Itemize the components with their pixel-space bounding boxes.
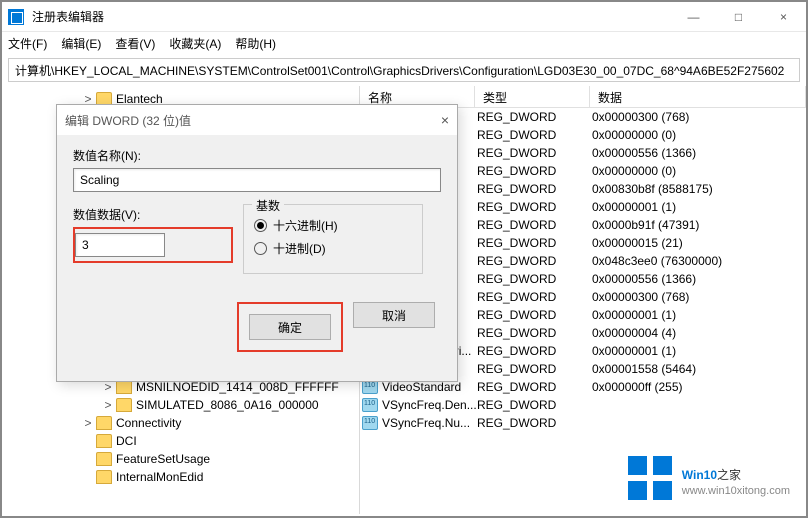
value-data: 0x00000001 (1) (592, 308, 806, 322)
value-data: 0x00000300 (768) (592, 110, 806, 124)
value-type: REG_DWORD (477, 416, 592, 430)
value-name-label: 数值名称(N): (73, 147, 441, 164)
value-data: 0x00001558 (5464) (592, 362, 806, 376)
dword-icon (362, 380, 378, 394)
radio-dec-label: 十进制(D) (273, 240, 326, 257)
value-name-input[interactable] (73, 168, 441, 192)
value-data: 0x048c3ee0 (76300000) (592, 254, 806, 268)
value-type: REG_DWORD (477, 164, 592, 178)
base-legend: 基数 (252, 197, 284, 214)
tree-item[interactable]: > SIMULATED_8086_0A16_000000 (2, 396, 359, 414)
value-type: REG_DWORD (477, 362, 592, 376)
folder-icon (96, 452, 112, 466)
title-bar: 注册表编辑器 — □ × (2, 2, 806, 32)
value-data: 0x00830b8f (8588175) (592, 182, 806, 196)
menu-view[interactable]: 查看(V) (115, 35, 155, 52)
menu-file[interactable]: 文件(F) (8, 35, 47, 52)
value-data-highlight (73, 227, 233, 263)
tree-item[interactable]: > Connectivity (2, 414, 359, 432)
list-row[interactable]: VSyncFreq.Nu...REG_DWORD (360, 414, 806, 432)
value-data-input[interactable] (75, 233, 165, 257)
dword-icon (362, 398, 378, 412)
value-name: VideoStandard (382, 380, 477, 394)
dialog-titlebar: 编辑 DWORD (32 位)值 × (57, 105, 457, 135)
value-data: 0x000000ff (255) (592, 380, 806, 394)
menu-edit[interactable]: 编辑(E) (61, 35, 101, 52)
tree-label: SIMULATED_8086_0A16_000000 (136, 396, 319, 414)
tree-label: InternalMonEdid (116, 468, 203, 486)
folder-icon (96, 416, 112, 430)
col-data[interactable]: 数据 (590, 86, 806, 107)
close-button[interactable]: × (761, 2, 806, 31)
minimize-button[interactable]: — (671, 2, 716, 31)
menu-help[interactable]: 帮助(H) (235, 35, 276, 52)
tree-label: Connectivity (116, 414, 181, 432)
value-type: REG_DWORD (477, 110, 592, 124)
dialog-close-icon[interactable]: × (441, 112, 449, 128)
value-data-label: 数值数据(V): (73, 206, 233, 223)
value-name: VSyncFreq.Nu... (382, 416, 477, 430)
value-data: 0x00000015 (21) (592, 236, 806, 250)
value-type: REG_DWORD (477, 308, 592, 322)
value-type: REG_DWORD (477, 272, 592, 286)
expand-icon[interactable]: > (102, 396, 114, 414)
dialog-buttons: 确定 取消 (73, 302, 441, 352)
radio-dec-icon (254, 242, 267, 255)
value-data: 0x00000556 (1366) (592, 272, 806, 286)
tree-label: FeatureSetUsage (116, 450, 210, 468)
value-type: REG_DWORD (477, 398, 592, 412)
dialog-body: 数值名称(N): 数值数据(V): 基数 十六进制(H) 十进制(D) (57, 135, 457, 362)
value-type: REG_DWORD (477, 200, 592, 214)
base-group: 基数 十六进制(H) 十进制(D) (243, 204, 423, 274)
menu-favorites[interactable]: 收藏夹(A) (169, 35, 221, 52)
value-name: VSyncFreq.Den... (382, 398, 477, 412)
window-controls: — □ × (671, 2, 806, 31)
window-title: 注册表编辑器 (32, 8, 671, 25)
expand-icon[interactable]: > (82, 414, 94, 432)
value-type: REG_DWORD (477, 146, 592, 160)
edit-dword-dialog: 编辑 DWORD (32 位)值 × 数值名称(N): 数值数据(V): 基数 … (56, 104, 458, 382)
app-icon (8, 9, 24, 25)
value-type: REG_DWORD (477, 254, 592, 268)
value-data: 0x00000556 (1366) (592, 146, 806, 160)
value-data: 0x0000b91f (47391) (592, 218, 806, 232)
tree-item[interactable]: FeatureSetUsage (2, 450, 359, 468)
folder-icon (116, 380, 132, 394)
folder-icon (96, 434, 112, 448)
maximize-button[interactable]: □ (716, 2, 761, 31)
radio-hex[interactable]: 十六进制(H) (254, 217, 412, 234)
value-type: REG_DWORD (477, 326, 592, 340)
value-data: 0x00000001 (1) (592, 344, 806, 358)
value-data: 0x00000300 (768) (592, 290, 806, 304)
tree-label: DCI (116, 432, 137, 450)
menu-bar: 文件(F) 编辑(E) 查看(V) 收藏夹(A) 帮助(H) (2, 32, 806, 54)
cancel-button[interactable]: 取消 (353, 302, 435, 328)
address-bar[interactable]: 计算机\HKEY_LOCAL_MACHINE\SYSTEM\ControlSet… (8, 58, 800, 82)
folder-icon (96, 470, 112, 484)
value-type: REG_DWORD (477, 236, 592, 250)
value-type: REG_DWORD (477, 182, 592, 196)
tree-item[interactable]: DCI (2, 432, 359, 450)
value-type: REG_DWORD (477, 128, 592, 142)
list-row[interactable]: VSyncFreq.Den...REG_DWORD (360, 396, 806, 414)
value-data: 0x00000000 (0) (592, 164, 806, 178)
folder-icon (116, 398, 132, 412)
tree-item[interactable]: InternalMonEdid (2, 468, 359, 486)
value-type: REG_DWORD (477, 344, 592, 358)
radio-hex-label: 十六进制(H) (273, 217, 338, 234)
value-data: 0x00000001 (1) (592, 200, 806, 214)
radio-dec[interactable]: 十进制(D) (254, 240, 412, 257)
dword-icon (362, 416, 378, 430)
ok-highlight: 确定 (237, 302, 343, 352)
value-type: REG_DWORD (477, 218, 592, 232)
value-data: 0x00000000 (0) (592, 128, 806, 142)
ok-button[interactable]: 确定 (249, 314, 331, 340)
radio-hex-icon (254, 219, 267, 232)
value-data: 0x00000004 (4) (592, 326, 806, 340)
value-type: REG_DWORD (477, 380, 592, 394)
value-type: REG_DWORD (477, 290, 592, 304)
col-type[interactable]: 类型 (475, 86, 590, 107)
dialog-title-text: 编辑 DWORD (32 位)值 (65, 112, 191, 129)
